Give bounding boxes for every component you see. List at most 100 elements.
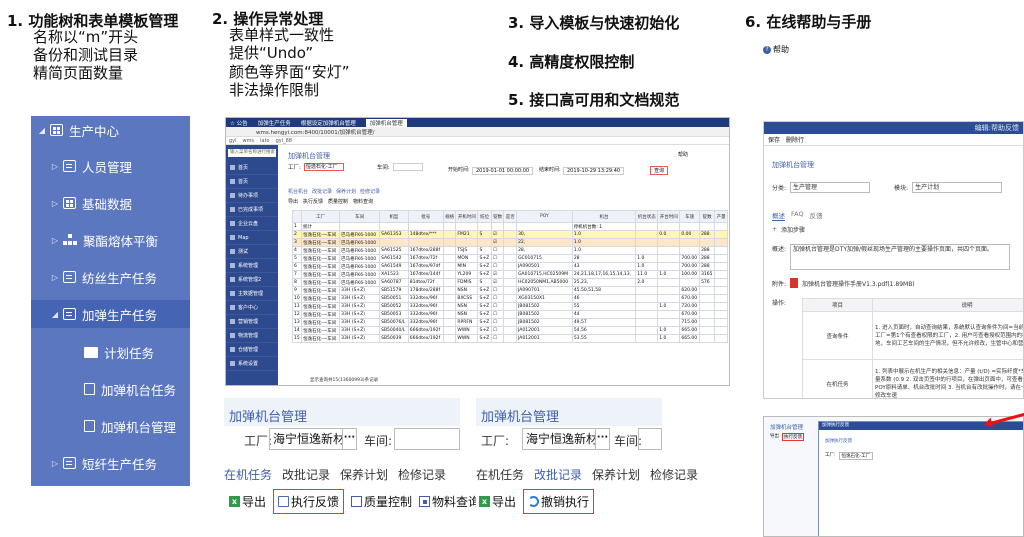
tree-item-machine-tasks[interactable]: 加弹机台任务 bbox=[31, 375, 190, 403]
app-sidebar-item[interactable]: 首页 bbox=[226, 161, 278, 175]
table-row[interactable]: 4 恒逸石化-一车间 巴马格FK6-1000 SA61525 167dtex/288f T… bbox=[291, 246, 728, 255]
tree-item-spinning-tasks[interactable]: ▷ 纺丝生产任务 bbox=[31, 263, 190, 291]
column-header[interactable] bbox=[291, 210, 303, 223]
category-input[interactable]: 生产管理 bbox=[790, 182, 871, 193]
feedback-button[interactable]: 执行反馈 bbox=[303, 198, 323, 205]
app-sidebar-item[interactable]: 已完成事项 bbox=[226, 203, 278, 217]
table-row[interactable]: 12 恒逸石化-一车间 33H (S+Z) SB50053 332dtex/96f NSN… bbox=[291, 310, 728, 319]
browser-tab[interactable]: ☆ 公告 bbox=[230, 119, 248, 127]
tab-faq[interactable]: FAQ bbox=[791, 210, 804, 221]
column-header[interactable]: 是否 bbox=[503, 210, 518, 223]
tab-repair[interactable]: 检修记录 bbox=[398, 466, 446, 483]
column-header[interactable]: 规格 bbox=[442, 210, 457, 223]
app-sidebar-item[interactable]: 待办事项 bbox=[226, 189, 278, 203]
app-sidebar-item[interactable]: 测试 bbox=[226, 245, 278, 259]
app-sidebar-item[interactable]: 主数据管理 bbox=[226, 287, 278, 301]
menu-search-input[interactable]: 输入菜单名称进行搜索 bbox=[228, 149, 276, 157]
export-button[interactable]: x 导出 bbox=[479, 493, 516, 510]
feedback-button[interactable]: 执行反馈 bbox=[273, 489, 345, 514]
line-input[interactable] bbox=[392, 163, 423, 171]
column-header[interactable]: 工厂 bbox=[301, 210, 341, 223]
factory-input[interactable]: 恒逸石化-工厂 bbox=[838, 452, 874, 460]
tab-maintenance[interactable]: 保养计划 bbox=[592, 466, 640, 483]
app-sidebar-item[interactable]: 企业云盘 bbox=[226, 217, 278, 231]
column-header[interactable]: 机型 bbox=[379, 210, 409, 223]
table-row[interactable]: 14 恒逸石化-一车间 33H (S+Z) SB50040/L 666dtex/192f… bbox=[291, 326, 728, 335]
column-header[interactable]: 锭数 bbox=[490, 210, 505, 223]
column-header[interactable]: POY bbox=[516, 210, 573, 223]
tab-on-machine[interactable]: 在机任务 bbox=[224, 466, 272, 483]
column-header[interactable]: 机台 bbox=[571, 210, 637, 223]
table-row[interactable]: 3 恒逸石化-一车间 巴马格FK6-1000 ☑ 22, 1.0 bbox=[291, 238, 728, 247]
column-header[interactable]: 车速 bbox=[679, 210, 701, 223]
tab-batch-change[interactable]: 改批记录 bbox=[282, 466, 330, 483]
material-button[interactable]: 物料查询 bbox=[353, 198, 373, 205]
end-time-input[interactable]: 2019-10-29 13:29:40 bbox=[563, 167, 625, 175]
tree-item-personnel[interactable]: ▷ 人员管理 bbox=[31, 152, 190, 180]
delete-row-button[interactable]: 删除行 bbox=[786, 135, 804, 144]
tab-batch-change[interactable]: 改批记录 bbox=[534, 466, 582, 483]
table-row[interactable]: 1 统计 停机机台数: 1 bbox=[291, 222, 728, 231]
app-sidebar-item[interactable]: 首页 bbox=[226, 175, 278, 189]
factory-input[interactable]: 海宁恒逸新材料 bbox=[522, 428, 596, 450]
browser-tab[interactable]: 根据设定加弹机台管理 bbox=[301, 119, 356, 127]
table-row[interactable]: 5 恒逸石化-一车间 巴马格FK6-1000 SA61542 167dtex/72f MO… bbox=[291, 254, 728, 263]
table-row[interactable]: 2 恒逸石化-一车间 巴马格FK6-1000 SA61353 148dtex/*** FM… bbox=[291, 230, 728, 239]
tree-item-production-center[interactable]: ◢ 生产中心 bbox=[31, 116, 190, 144]
tree-item-melt-balance[interactable]: ▷ 聚酯熔体平衡 bbox=[31, 226, 190, 254]
tab-maintenance[interactable]: 保养计划 bbox=[336, 188, 356, 195]
app-sidebar-item[interactable]: 仓储管理 bbox=[226, 343, 278, 357]
table-row[interactable]: 15 恒逸石化-一车间 33H (S+Z) SB50039 666dtex/192f WW… bbox=[291, 334, 728, 343]
app-sidebar-item[interactable]: 营销管理 bbox=[226, 315, 278, 329]
help-link[interactable]: 帮助 bbox=[678, 151, 688, 158]
browser-tab[interactable]: 加弹机台管理 bbox=[365, 118, 407, 127]
tab-overview[interactable]: 概述 bbox=[772, 210, 785, 221]
app-sidebar-item[interactable]: 客户中心 bbox=[226, 301, 278, 315]
material-button[interactable]: 物料查询 bbox=[419, 493, 480, 510]
module-input[interactable]: 生产计划 bbox=[912, 182, 1003, 193]
address-bar[interactable]: wms.hengyi.com:8400/10001/加弹机台管理/ bbox=[226, 127, 729, 137]
column-header[interactable]: 产量 bbox=[714, 210, 728, 223]
table-row[interactable]: 8 恒逸石化-一车间 巴马格FK6-1000 SA60787 81dtex/72f FDM… bbox=[291, 278, 728, 287]
tree-item-basic-data[interactable]: ▷ 基础数据 bbox=[31, 189, 190, 217]
factory-picker-button[interactable]: ··· bbox=[596, 428, 610, 450]
desc-input[interactable]: 加弹机台管理是DTY加弹/假丝现场生产管理的主要操作页面，共四个页面。 bbox=[790, 244, 1011, 270]
app-sidebar-item[interactable]: 系统设置 bbox=[226, 357, 278, 371]
feedback-button[interactable]: 执行反馈 bbox=[782, 433, 804, 441]
start-time-input[interactable]: 2019-01-01 00:00:00 bbox=[472, 167, 534, 175]
export-button[interactable]: x 导出 bbox=[229, 493, 266, 510]
tab-on-machine[interactable]: 在机任务 bbox=[476, 466, 524, 483]
column-header[interactable]: 批号 bbox=[407, 210, 444, 223]
quality-button[interactable]: 质量控制 bbox=[351, 493, 412, 510]
tree-item-machine-management[interactable]: 加弹机台管理 bbox=[31, 412, 190, 440]
table-row[interactable]: 9 恒逸石化-一车间 33H (S+Z) SB51579 178dtex/288f NSN… bbox=[291, 286, 728, 295]
line-input[interactable] bbox=[394, 428, 460, 450]
attachment-link[interactable]: 加弹机台管理操作手册V1.3.pdf(1.89MB) bbox=[802, 279, 915, 288]
column-header[interactable]: 机台状态 bbox=[635, 210, 659, 223]
bookmark[interactable]: gyl bbox=[229, 138, 237, 144]
table-row[interactable]: 10 恒逸石化-一车间 33H (S+Z) SB50051 332dtex/96f BXC… bbox=[291, 294, 728, 303]
tree-item-plan-tasks[interactable]: 计划任务 bbox=[31, 338, 190, 366]
factory-input[interactable]: 恒逸石化-工厂 bbox=[303, 163, 344, 171]
tab-maintenance[interactable]: 保养计划 bbox=[340, 466, 388, 483]
add-step-button[interactable]: 添加步骤 bbox=[781, 225, 805, 234]
query-button[interactable]: 查询 bbox=[650, 166, 669, 175]
tab-feedback[interactable]: 反馈 bbox=[810, 210, 823, 221]
save-button[interactable]: 保存 bbox=[768, 135, 780, 144]
app-sidebar-item[interactable]: 系统管理2 bbox=[226, 273, 278, 287]
table-row[interactable]: 7 恒逸石化-一车间 巴马格FK6-1000 XA1523 167dtex/144f YL… bbox=[291, 270, 728, 279]
tree-item-staple-tasks[interactable]: ▷ 短纤生产任务 bbox=[31, 449, 190, 477]
table-row[interactable]: 13 恒逸石化-一车间 33H (S+Z) SB50076/L 332dtex/96f R… bbox=[291, 318, 728, 327]
app-sidebar-item[interactable]: 物流管理 bbox=[226, 329, 278, 343]
undo-execution-button[interactable]: 撤销执行 bbox=[523, 489, 595, 514]
line-input[interactable] bbox=[638, 428, 662, 450]
bookmark[interactable]: lato bbox=[260, 138, 269, 144]
table-row[interactable]: 11 恒逸石化-一车间 33H (S+Z) SB50052 332dtex/96f NSN… bbox=[291, 302, 728, 311]
bookmark[interactable]: wms bbox=[243, 138, 255, 144]
column-header[interactable]: 开台时间 bbox=[657, 210, 681, 223]
table-row[interactable]: 6 恒逸石化-一车间 巴马格FK6-1000 SA61549 167dtex/97df M… bbox=[291, 262, 728, 271]
factory-picker-button[interactable]: ··· bbox=[343, 428, 357, 450]
export-button[interactable]: 导出 bbox=[770, 433, 779, 441]
factory-input[interactable]: 海宁恒逸新材料 bbox=[269, 428, 343, 450]
bookmark[interactable]: gyl_88 bbox=[276, 138, 292, 144]
